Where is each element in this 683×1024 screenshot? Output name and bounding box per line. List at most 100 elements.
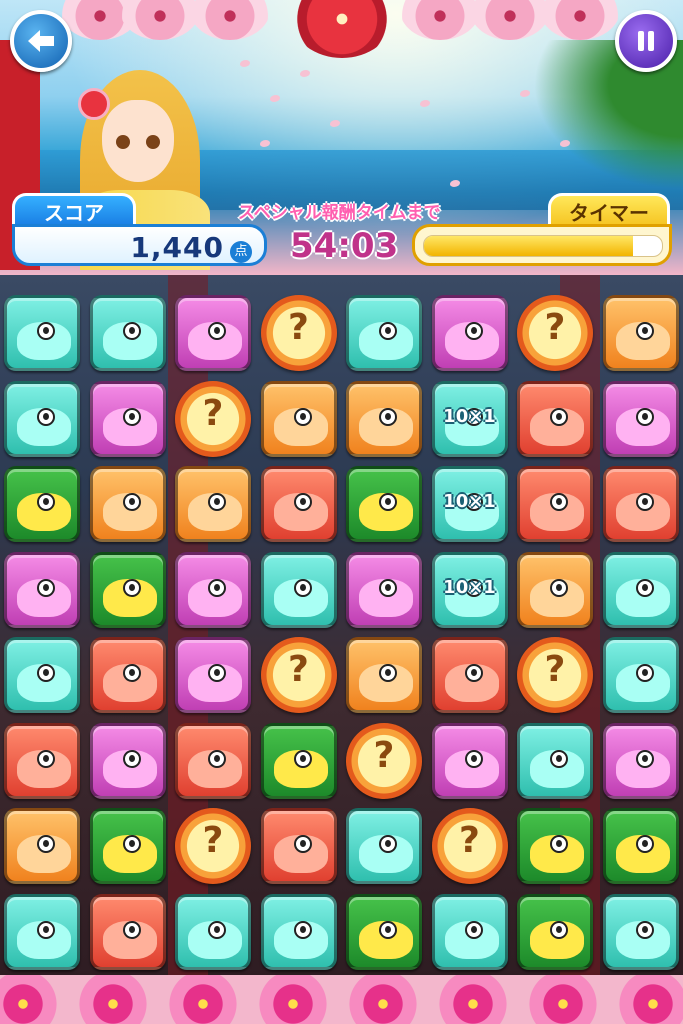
teal-fish-tile[interactable] <box>89 295 166 371</box>
red-fish-tile[interactable] <box>89 893 166 970</box>
red-fish-tile[interactable] <box>260 808 337 884</box>
red-fish-tile[interactable] <box>517 466 593 542</box>
fish-eye-icon <box>122 920 141 939</box>
mystery-tile[interactable]: ? <box>431 808 508 884</box>
green-fish-tile[interactable] <box>602 808 679 884</box>
pink-fish-tile[interactable] <box>602 722 679 799</box>
fish-eye-icon <box>464 664 483 682</box>
green-fish-tile[interactable] <box>260 722 337 799</box>
bottom-flower-border <box>0 975 683 1024</box>
fish-eye-icon <box>464 749 483 768</box>
teal-fish-tile[interactable] <box>4 637 80 713</box>
pink-fish-tile[interactable] <box>431 295 508 371</box>
teal-fish-tile[interactable] <box>602 551 679 628</box>
pink-fish-tile[interactable] <box>89 722 166 799</box>
orange-fish-tile[interactable] <box>4 808 80 884</box>
question-mark-icon: ? <box>544 307 566 348</box>
red-fish-tile[interactable] <box>431 637 508 713</box>
fish-eye-icon <box>122 407 141 426</box>
teal-fish-tile[interactable] <box>517 722 593 799</box>
fish-eye-icon <box>379 920 397 939</box>
teal-fish-tile[interactable] <box>4 380 80 457</box>
red-fish-tile[interactable] <box>260 466 337 542</box>
back-button[interactable] <box>10 10 72 72</box>
fish-eye-icon <box>293 920 312 939</box>
fish-eye-icon <box>122 578 141 597</box>
pink-fish-tile[interactable] <box>602 380 679 457</box>
pink-fish-tile[interactable] <box>346 551 422 628</box>
mystery-tile[interactable]: ? <box>517 637 593 713</box>
teal-fish-tile-bonus[interactable]: 10×1 <box>431 380 508 457</box>
fish-eye-icon <box>550 493 568 511</box>
red-fish-tile[interactable] <box>517 380 593 457</box>
mystery-tile[interactable]: ? <box>175 380 251 457</box>
fish-eye-icon <box>464 322 483 340</box>
fish-eye-icon <box>635 578 654 597</box>
timer-bar-fill <box>424 236 634 256</box>
orange-fish-tile[interactable] <box>602 295 679 371</box>
teal-fish-tile-bonus[interactable]: 10×1 <box>431 466 508 542</box>
fish-eye-icon <box>37 664 55 682</box>
pink-fish-tile[interactable] <box>175 551 251 628</box>
orange-fish-tile[interactable] <box>260 380 337 457</box>
character-face <box>102 100 174 182</box>
fish-eye-icon <box>208 493 226 511</box>
mystery-tile[interactable]: ? <box>175 808 251 884</box>
hibiscus-flower <box>430 975 516 1024</box>
question-mark-icon: ? <box>288 649 309 690</box>
red-fish-tile[interactable] <box>89 637 166 713</box>
orange-fish-tile[interactable] <box>346 637 422 713</box>
red-fish-tile[interactable] <box>602 466 679 542</box>
fish-eye-icon <box>550 407 568 426</box>
timer-panel <box>412 224 672 266</box>
top-scene: スコア 1,440 点 スペシャル報酬タイムまで 54:03 タイマー <box>0 0 683 275</box>
pink-fish-tile[interactable] <box>175 637 251 713</box>
question-mark-icon: ? <box>288 307 309 348</box>
teal-fish-tile[interactable] <box>346 808 422 884</box>
question-mark-icon: ? <box>459 820 480 861</box>
teal-fish-tile[interactable] <box>260 551 337 628</box>
pink-fish-tile[interactable] <box>89 380 166 457</box>
mystery-tile[interactable]: ? <box>260 637 337 713</box>
fish-eye-icon <box>37 578 55 597</box>
pink-fish-tile[interactable] <box>431 722 508 799</box>
green-fish-tile[interactable] <box>89 551 166 628</box>
teal-fish-tile[interactable] <box>260 893 337 970</box>
bonus-multiplier-label: 10×1 <box>443 405 496 427</box>
orange-fish-tile[interactable] <box>175 466 251 542</box>
mystery-tile[interactable]: ? <box>517 295 593 371</box>
fish-eye-icon <box>37 322 55 340</box>
green-fish-tile[interactable] <box>517 893 593 970</box>
red-fish-tile[interactable] <box>175 722 251 799</box>
fish-eye-icon <box>379 407 397 426</box>
orange-fish-tile[interactable] <box>517 551 593 628</box>
teal-fish-tile[interactable] <box>175 893 251 970</box>
green-fish-tile[interactable] <box>89 808 166 884</box>
fish-eye-icon <box>635 407 654 426</box>
orange-fish-tile[interactable] <box>346 380 422 457</box>
teal-fish-tile[interactable] <box>602 637 679 713</box>
teal-fish-tile[interactable] <box>602 893 679 970</box>
fish-eye-icon <box>37 493 55 511</box>
teal-fish-tile[interactable] <box>431 893 508 970</box>
teal-fish-tile-bonus[interactable]: 10×1 <box>431 551 508 628</box>
pause-button[interactable] <box>615 10 677 72</box>
fish-eye-icon <box>208 578 226 597</box>
green-fish-tile[interactable] <box>346 466 422 542</box>
teal-fish-tile[interactable] <box>346 295 422 371</box>
green-fish-tile[interactable] <box>346 893 422 970</box>
green-fish-tile[interactable] <box>517 808 593 884</box>
teal-fish-tile[interactable] <box>4 295 80 371</box>
pink-fish-tile[interactable] <box>175 295 251 371</box>
fish-eye-icon <box>293 835 312 853</box>
fish-eye-icon <box>550 578 568 597</box>
teal-fish-tile[interactable] <box>4 893 80 970</box>
mystery-tile[interactable]: ? <box>346 722 422 799</box>
orange-fish-tile[interactable] <box>89 466 166 542</box>
mystery-tile[interactable]: ? <box>260 295 337 371</box>
pink-fish-tile[interactable] <box>4 551 80 628</box>
fish-eye-icon <box>208 920 226 939</box>
green-fish-tile[interactable] <box>4 466 80 542</box>
red-fish-tile[interactable] <box>4 722 80 799</box>
question-mark-icon: ? <box>373 734 395 776</box>
